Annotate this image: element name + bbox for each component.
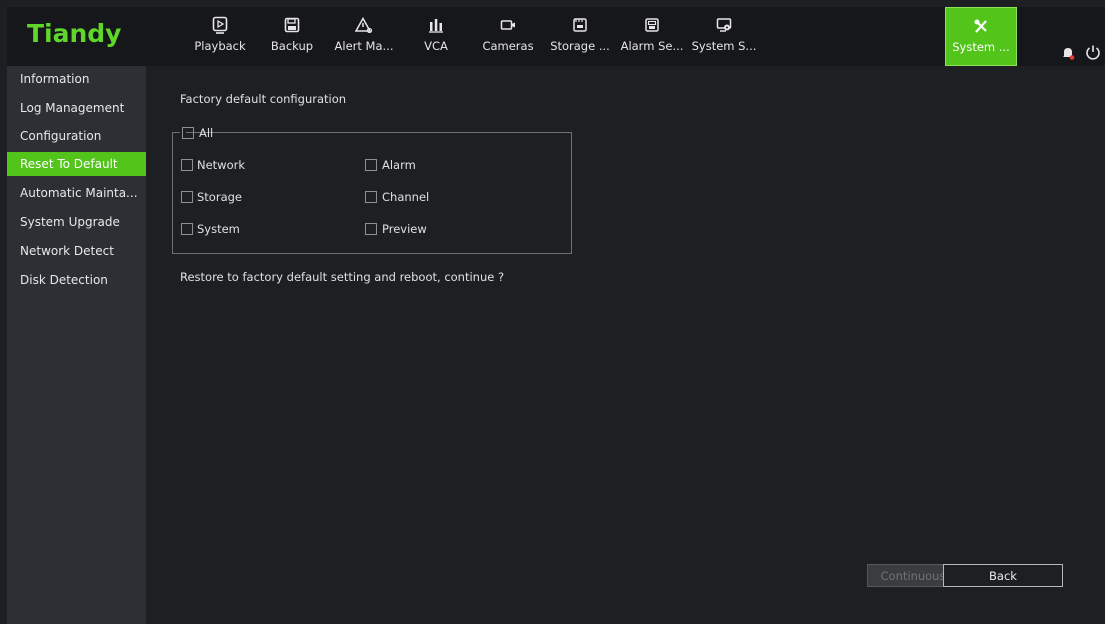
nav-label: System ... [952, 40, 1010, 54]
alarm-label: Alarm [382, 158, 416, 172]
nav-cameras[interactable]: Cameras [472, 7, 544, 66]
sidebar-item-configuration[interactable]: Configuration [7, 124, 146, 148]
channel-checkbox[interactable] [365, 191, 377, 203]
all-label: All [199, 126, 214, 140]
nav-storage[interactable]: Storage ... [544, 7, 616, 66]
system-label: System [197, 222, 240, 236]
nav-label: System S... [691, 39, 757, 53]
sidebar: Information Log Management Configuration… [7, 66, 146, 624]
restore-message: Restore to factory default setting and r… [180, 270, 505, 284]
storage-checkbox[interactable] [181, 191, 193, 203]
nav-system-settings[interactable]: System S... [688, 7, 760, 66]
all-option: All [180, 126, 213, 140]
main-panel: Factory default configuration All Networ… [146, 66, 1105, 624]
nav-vca[interactable]: VCA [400, 7, 472, 66]
back-button[interactable]: Back [943, 564, 1063, 587]
camera-icon [500, 15, 516, 35]
page-title: Factory default configuration [180, 92, 347, 106]
network-checkbox[interactable] [181, 159, 193, 171]
nav-label: Storage ... [550, 39, 610, 53]
nav-label: VCA [424, 39, 448, 53]
sidebar-item-information[interactable]: Information [7, 67, 146, 91]
sidebar-item-log-management[interactable]: Log Management [7, 96, 146, 120]
preview-checkbox[interactable] [365, 223, 377, 235]
network-label: Network [197, 158, 246, 172]
sidebar-item-automatic-maintenance[interactable]: Automatic Mainta... [7, 181, 146, 205]
all-checkbox[interactable] [182, 127, 194, 139]
nav-alarm-settings[interactable]: Alarm Se... [616, 7, 688, 66]
system-checkbox[interactable] [181, 223, 193, 235]
tools-icon [973, 16, 989, 36]
nav-playback[interactable]: Playback [184, 7, 256, 66]
storage-icon [572, 15, 588, 35]
alarm-checkbox[interactable] [365, 159, 377, 171]
storage-label: Storage [197, 190, 242, 204]
floppy-disk-icon [284, 15, 300, 35]
nav-label: Alert Ma... [334, 39, 394, 53]
sidebar-item-network-detect[interactable]: Network Detect [7, 239, 146, 263]
notification-bell-icon[interactable] [1061, 45, 1075, 64]
app-window: Tiandy Playback Backup Alert Ma... VCA C… [0, 0, 1105, 624]
nav-label: Alarm Se... [620, 39, 684, 53]
nav-label: Backup [270, 39, 314, 53]
sidebar-item-disk-detection[interactable]: Disk Detection [7, 268, 146, 292]
power-icon[interactable] [1085, 44, 1101, 64]
nav-backup[interactable]: Backup [256, 7, 328, 66]
sidebar-item-reset-to-default[interactable]: Reset To Default [7, 152, 146, 176]
top-nav-bar: Tiandy Playback Backup Alert Ma... VCA C… [7, 7, 1105, 66]
brand-logo: Tiandy [27, 19, 122, 48]
nav-label: Playback [194, 39, 246, 53]
channel-label: Channel [382, 190, 430, 204]
system-settings-icon [716, 15, 732, 35]
nav-label: Cameras [482, 39, 534, 53]
nav-system-maintenance[interactable]: System ... [945, 7, 1017, 66]
alarm-settings-icon [644, 15, 660, 35]
playback-icon [212, 15, 228, 35]
sidebar-item-system-upgrade[interactable]: System Upgrade [7, 210, 146, 234]
nav-alert-management[interactable]: Alert Ma... [328, 7, 400, 66]
alert-triangle-icon [355, 15, 373, 35]
vca-chart-icon [428, 15, 444, 35]
preview-label: Preview [382, 222, 427, 236]
